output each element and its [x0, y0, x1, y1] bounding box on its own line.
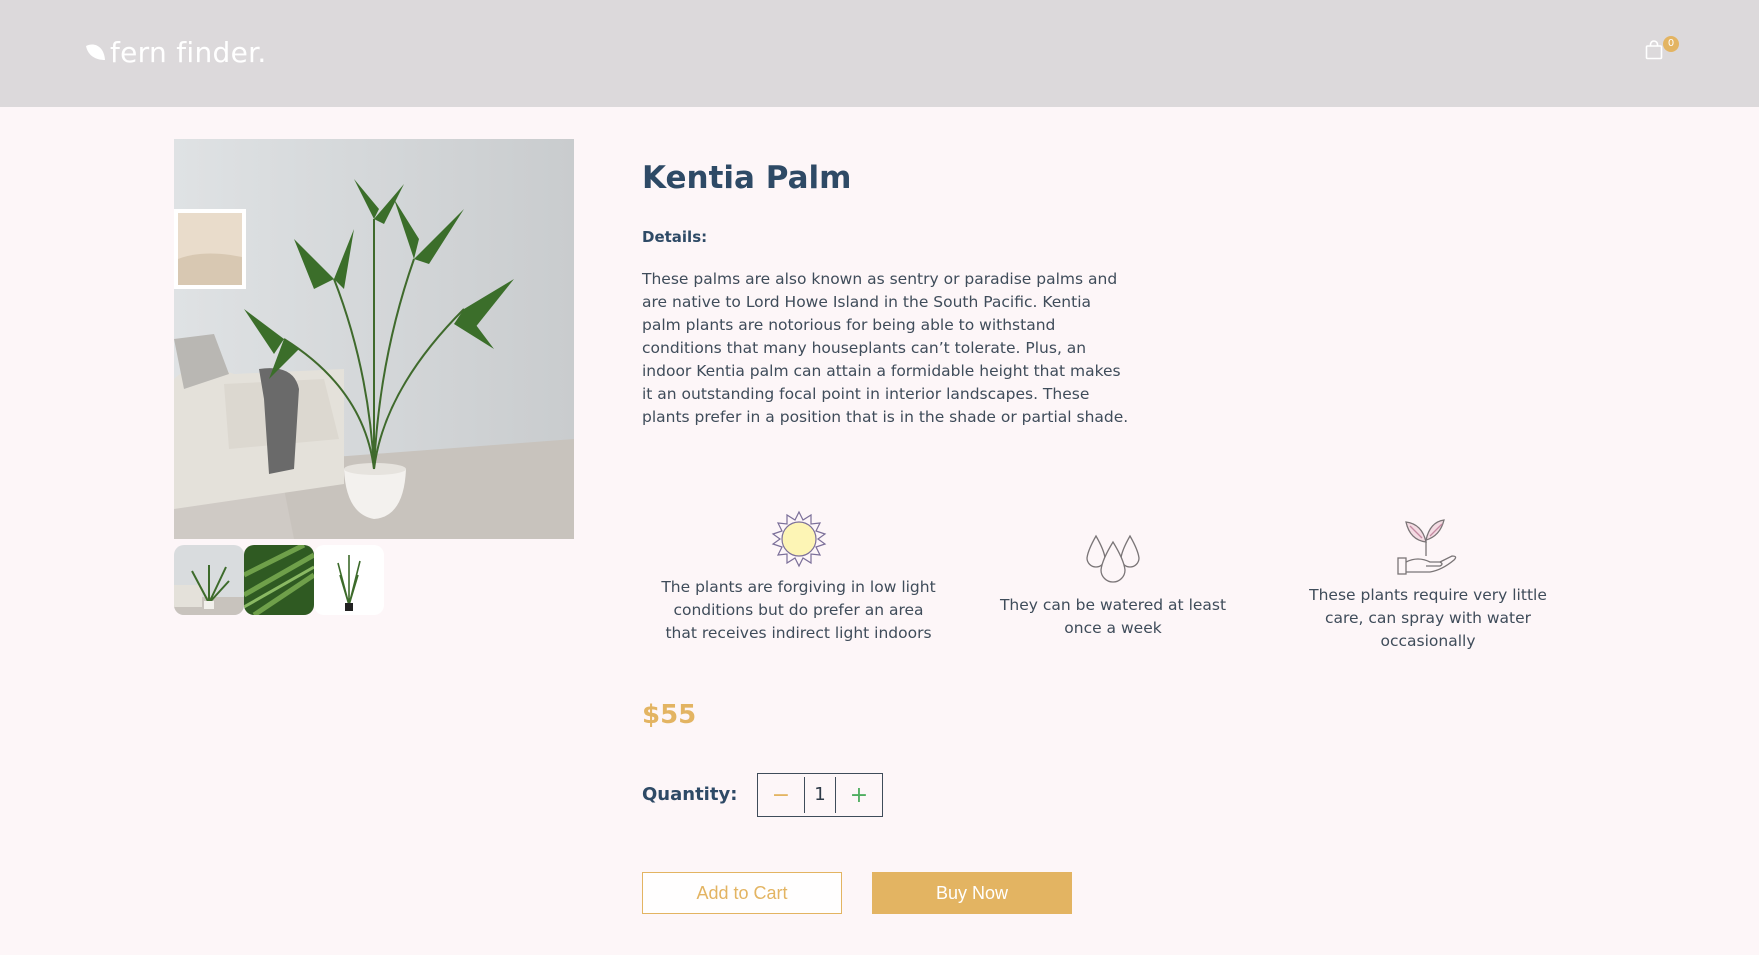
site-header: fern finder. 0 — [0, 0, 1759, 107]
product-price: $55 — [642, 700, 697, 730]
buy-now-button[interactable]: Buy Now — [872, 872, 1072, 914]
shopping-bag-icon — [1645, 40, 1663, 60]
plant-in-hand-icon — [1397, 519, 1457, 575]
thumbnail-room[interactable] — [174, 545, 244, 615]
sun-icon — [771, 510, 826, 568]
care-water: They can be watered at least once a week — [990, 532, 1236, 640]
quantity-stepper: − 1 + — [757, 773, 883, 817]
product-thumbnails — [174, 545, 384, 615]
quantity-label: Quantity: — [642, 784, 738, 805]
add-to-cart-button[interactable]: Add to Cart — [642, 872, 842, 914]
care-light-text: The plants are forgiving in low light co… — [661, 578, 936, 642]
care-maintenance: These plants require very little care, c… — [1302, 516, 1554, 653]
details-label: Details: — [642, 228, 708, 246]
quantity-increment-button[interactable]: + — [836, 774, 882, 816]
thumbnail-plant-cutout[interactable] — [314, 545, 384, 615]
water-drops-icon — [1086, 534, 1140, 583]
product-main-image — [174, 139, 574, 539]
brand-name: fern finder. — [110, 35, 267, 69]
thumbnail-leaf-closeup[interactable] — [244, 545, 314, 615]
brand-logo[interactable]: fern finder. — [84, 34, 267, 70]
leaf-icon — [86, 44, 105, 60]
care-maintenance-text: These plants require very little care, c… — [1309, 586, 1547, 650]
cart-count-badge: 0 — [1663, 36, 1679, 52]
care-water-text: They can be watered at least once a week — [999, 596, 1227, 637]
product-title: Kentia Palm — [642, 160, 852, 196]
product-description: These palms are also known as sentry or … — [642, 270, 1129, 426]
cart-button[interactable]: 0 — [1643, 36, 1679, 68]
quantity-decrement-button[interactable]: − — [758, 774, 804, 816]
quantity-value[interactable]: 1 — [804, 777, 836, 813]
care-light: The plants are forgiving in low light co… — [660, 508, 937, 645]
